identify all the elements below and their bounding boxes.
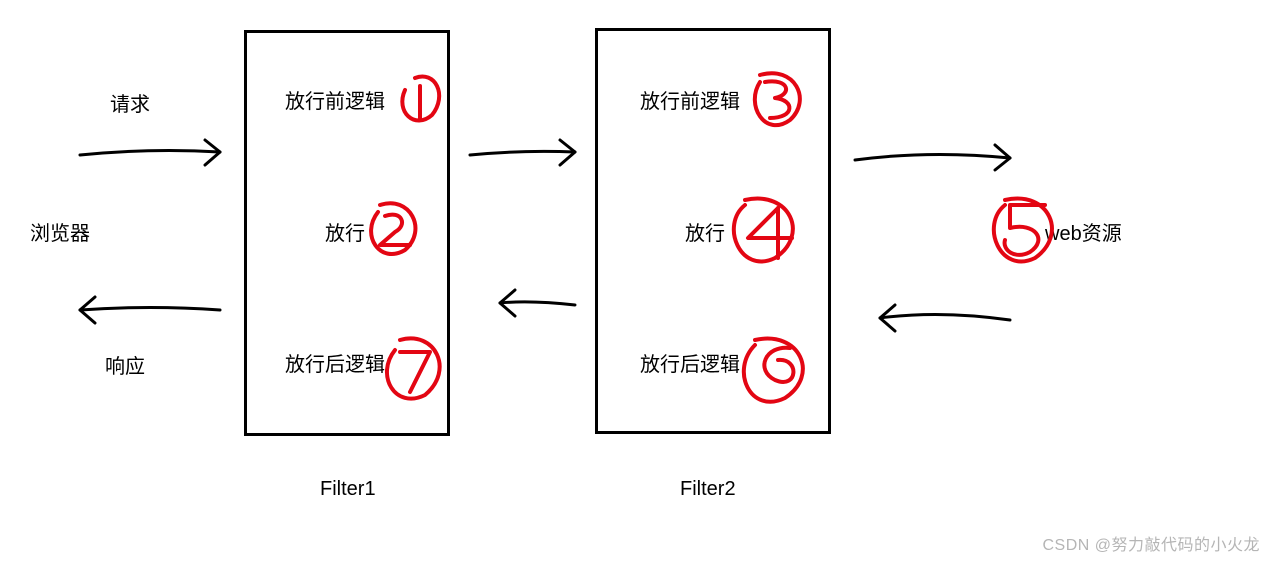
web-resource-label: web资源 [1045,217,1122,246]
filter2-pre-label: 放行前逻辑 [640,85,740,114]
annotation-5 [994,199,1052,262]
request-label: 请求 [110,88,150,117]
filter1-caption: Filter1 [320,478,376,501]
filter2-post-label: 放行后逻辑 [640,348,740,377]
response-label: 响应 [105,350,145,379]
filter1-pre-label: 放行前逻辑 [285,85,385,114]
watermark: CSDN @努力敲代码的小火龙 [1042,531,1260,555]
filter1-post-label: 放行后逻辑 [285,348,385,377]
filter1-pass-label: 放行 [325,217,365,246]
filter2-caption: Filter2 [680,478,736,501]
filter2-pass-label: 放行 [685,217,725,246]
browser-label: 浏览器 [30,217,90,246]
